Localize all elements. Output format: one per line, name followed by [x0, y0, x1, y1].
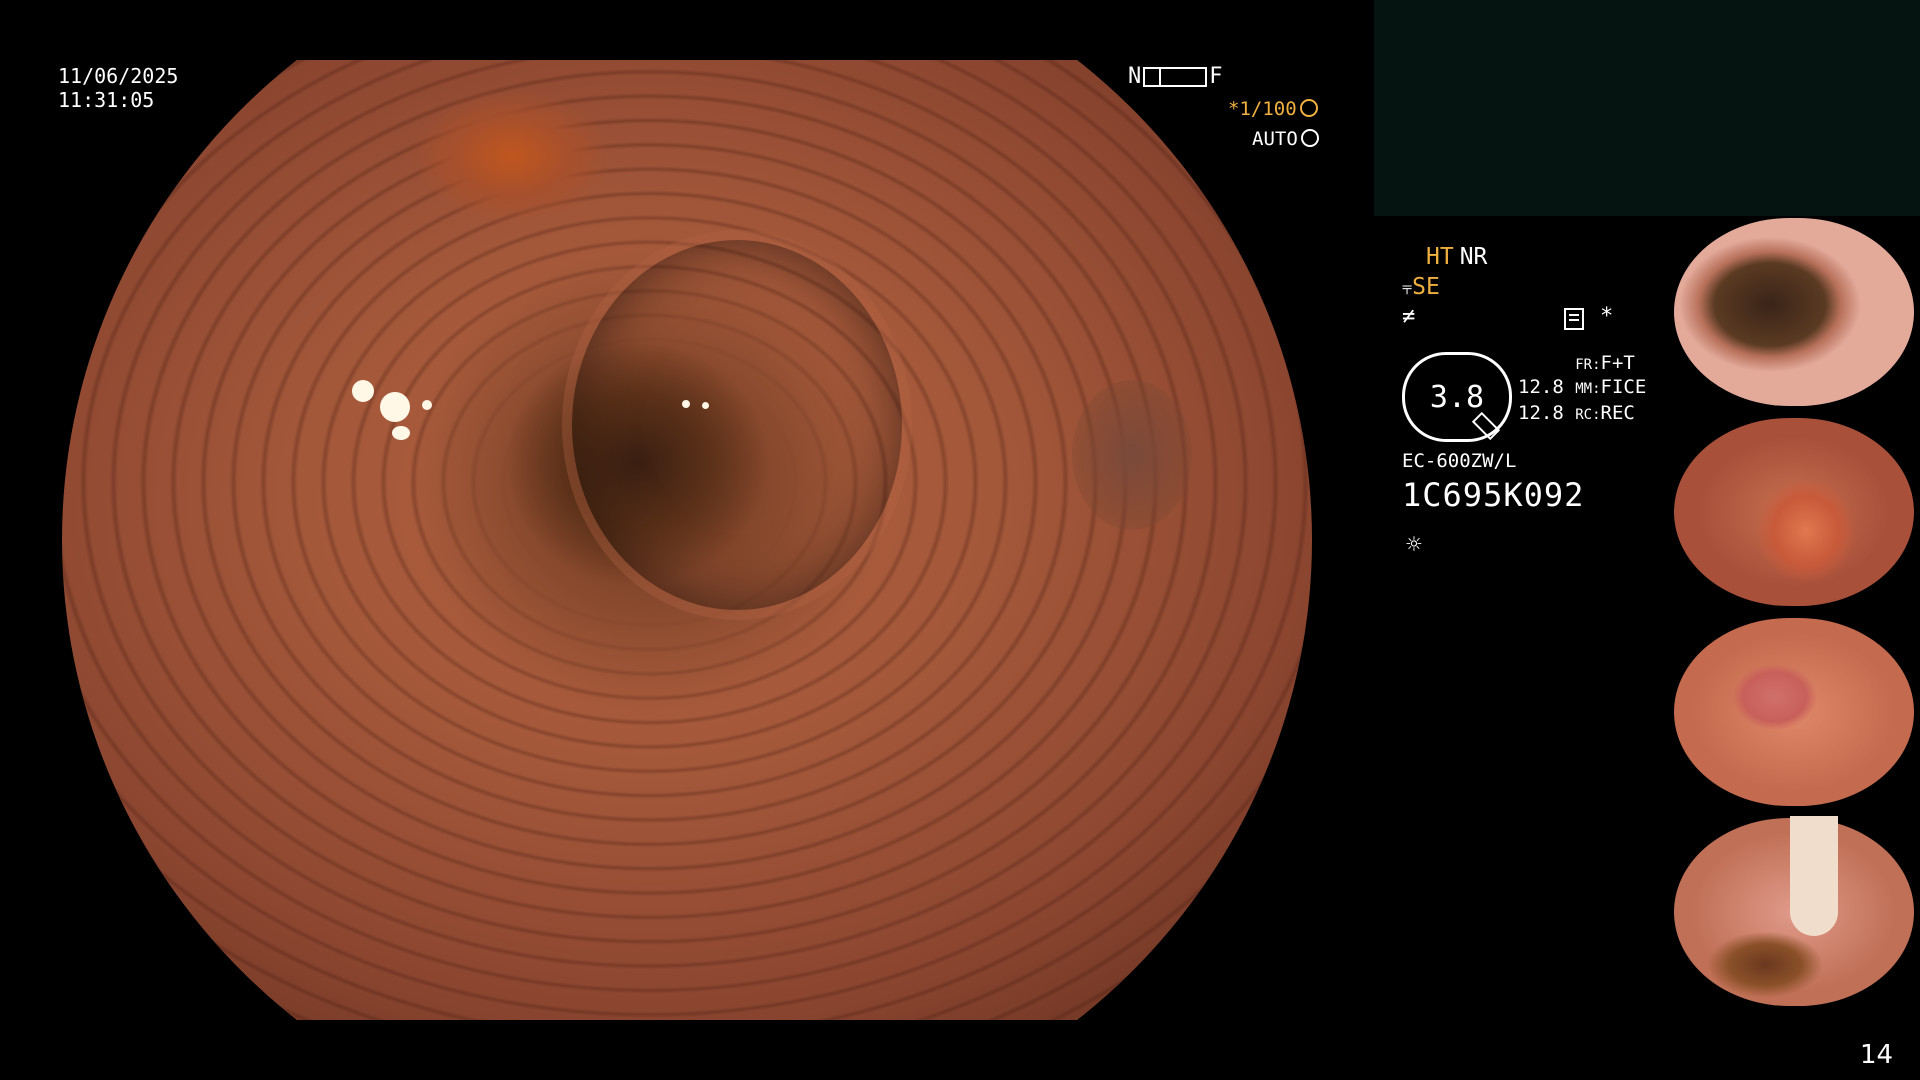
image-mode-icon [1564, 308, 1584, 330]
se-row: ⫧SE [1402, 274, 1440, 300]
thumbnail-3[interactable] [1670, 616, 1918, 808]
thumbnail-image [1674, 418, 1914, 606]
mm-value: 12.8 [1518, 402, 1564, 424]
nr-label: NR [1459, 244, 1488, 270]
thumbnail-image [1674, 618, 1914, 806]
thumbnail-2[interactable] [1670, 416, 1918, 608]
thumbnail-1[interactable] [1670, 216, 1918, 408]
light-reflection [352, 380, 374, 402]
fr-mode: F+T [1600, 352, 1635, 374]
light-reflection [702, 402, 709, 409]
iris-mode: AUTO [1252, 128, 1319, 150]
se-label: SE [1412, 274, 1440, 300]
time-text: 11:31:05 [58, 88, 155, 112]
se-symbol-icon: ⫧ [1402, 278, 1413, 299]
fr-value: 12.8 [1518, 376, 1564, 398]
shutter-icon [1299, 99, 1318, 117]
mm-row: 12.8 MM:FICE [1518, 374, 1646, 402]
rc-mode: REC [1600, 402, 1635, 424]
instrument [1790, 816, 1838, 936]
date-time-display: 11/06/2025 11:31:05 [58, 64, 178, 112]
zoom-value: 3.8 [1429, 379, 1485, 415]
rc-row: 12.8 RC:REC [1518, 400, 1646, 428]
iris-icon [1300, 129, 1319, 147]
thumbnail-4[interactable] [1670, 816, 1918, 1008]
zoom-indicator: 3.8 [1402, 352, 1512, 442]
mucosal-lesion [1072, 380, 1192, 530]
iris-text: AUTO [1252, 128, 1298, 150]
shutter-text: *1/100 [1228, 98, 1297, 120]
lumen [562, 230, 912, 620]
mode-parameters: 12.8 FR:F+T 12.8 MM:FICE 12.8 RC:REC [1518, 350, 1646, 434]
light-source-icon: ☼ [1406, 530, 1422, 560]
light-reflection [392, 426, 410, 440]
ht-label: HT [1426, 244, 1454, 270]
asterisk-icon: * [1600, 304, 1614, 329]
scope-model: EC-600ZW/L [1402, 450, 1517, 472]
ht-nr-row: HT NR [1426, 244, 1487, 270]
f-symbol-icon: ≠ [1402, 304, 1416, 329]
mm-mode: FICE [1600, 376, 1647, 398]
fr-label: FR: [1575, 357, 1601, 373]
rc-label: RC: [1575, 407, 1601, 423]
shutter-speed: *1/100 [1228, 98, 1318, 120]
thumbnail-image [1674, 218, 1914, 406]
endoscopic-main-view [62, 60, 1312, 1020]
date-text: 11/06/2025 [58, 64, 179, 88]
focus-indicator: N F [1128, 64, 1223, 89]
light-reflection [380, 392, 410, 422]
mm-label: MM: [1575, 381, 1601, 397]
focus-near-label: N [1128, 64, 1142, 89]
focus-far-label: F [1209, 64, 1223, 89]
pen-icon [1471, 411, 1501, 441]
focus-marker [1159, 66, 1162, 87]
light-reflection [422, 400, 432, 410]
focus-track [1143, 66, 1208, 87]
scope-serial: 1C695K092 [1402, 476, 1585, 514]
status-panel [1374, 0, 1920, 216]
page-number: 14 [1860, 1040, 1894, 1070]
light-reflection [682, 400, 690, 408]
